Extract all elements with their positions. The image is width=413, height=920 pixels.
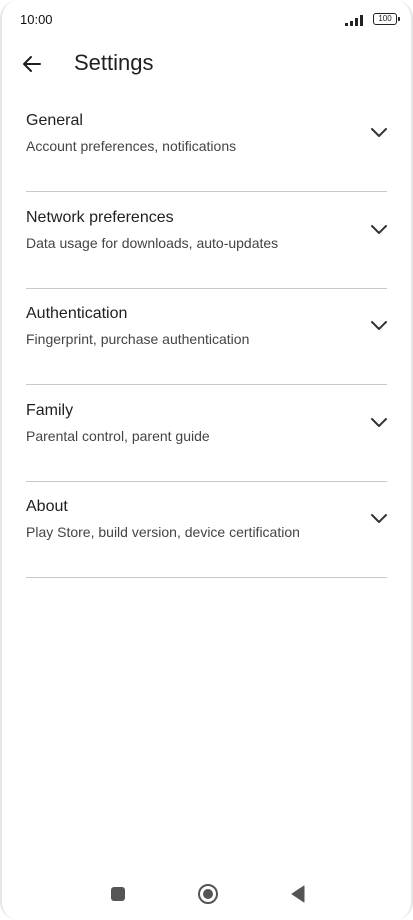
section-subtitle: Account preferences, notifications (26, 138, 237, 154)
battery-icon: 100 (373, 13, 400, 25)
section-subtitle: Play Store, build version, device certif… (26, 524, 300, 540)
section-title: About (26, 498, 68, 515)
chevron-down-icon[interactable] (369, 416, 389, 430)
section-authentication[interactable]: Authentication Fingerprint, purchase aut… (26, 289, 387, 385)
signal-icon (345, 14, 367, 26)
chevron-down-icon[interactable] (369, 223, 389, 237)
system-nav-bar (2, 864, 411, 920)
settings-list: General Account preferences, notificatio… (26, 96, 387, 578)
phone-screen: 10:00 100 Settings General Account prefe… (0, 0, 413, 920)
section-title: Family (26, 401, 74, 419)
section-family[interactable]: Family Parental control, parent guide (26, 386, 387, 482)
chevron-down-icon[interactable] (369, 319, 389, 333)
home-button[interactable] (196, 882, 220, 906)
status-bar: 10:00 100 (2, 0, 411, 36)
chevron-down-icon[interactable] (369, 512, 389, 526)
section-subtitle: Parental control, parent guide (26, 427, 210, 444)
section-subtitle: Data usage for downloads, auto-updates (26, 234, 279, 251)
arrow-back-icon (23, 56, 41, 72)
nav-back-button[interactable] (286, 882, 310, 906)
back-button[interactable] (16, 48, 48, 80)
square-icon (111, 887, 125, 901)
app-bar: Settings (2, 36, 411, 92)
section-general[interactable]: General Account preferences, notificatio… (26, 96, 387, 192)
section-title: Authentication (26, 305, 128, 322)
page-title: Settings (74, 50, 154, 75)
status-time: 10:00 (20, 12, 53, 27)
section-about[interactable]: About Play Store, build version, device … (26, 482, 387, 578)
chevron-down-icon[interactable] (369, 126, 389, 140)
section-subtitle: Fingerprint, purchase authentication (26, 331, 250, 347)
recents-button[interactable] (106, 882, 130, 906)
circle-icon (198, 884, 218, 904)
section-title: General (26, 112, 83, 129)
section-network-preferences[interactable]: Network preferences Data usage for downl… (26, 193, 387, 289)
triangle-back-icon (291, 885, 305, 903)
section-title: Network preferences (26, 208, 174, 226)
